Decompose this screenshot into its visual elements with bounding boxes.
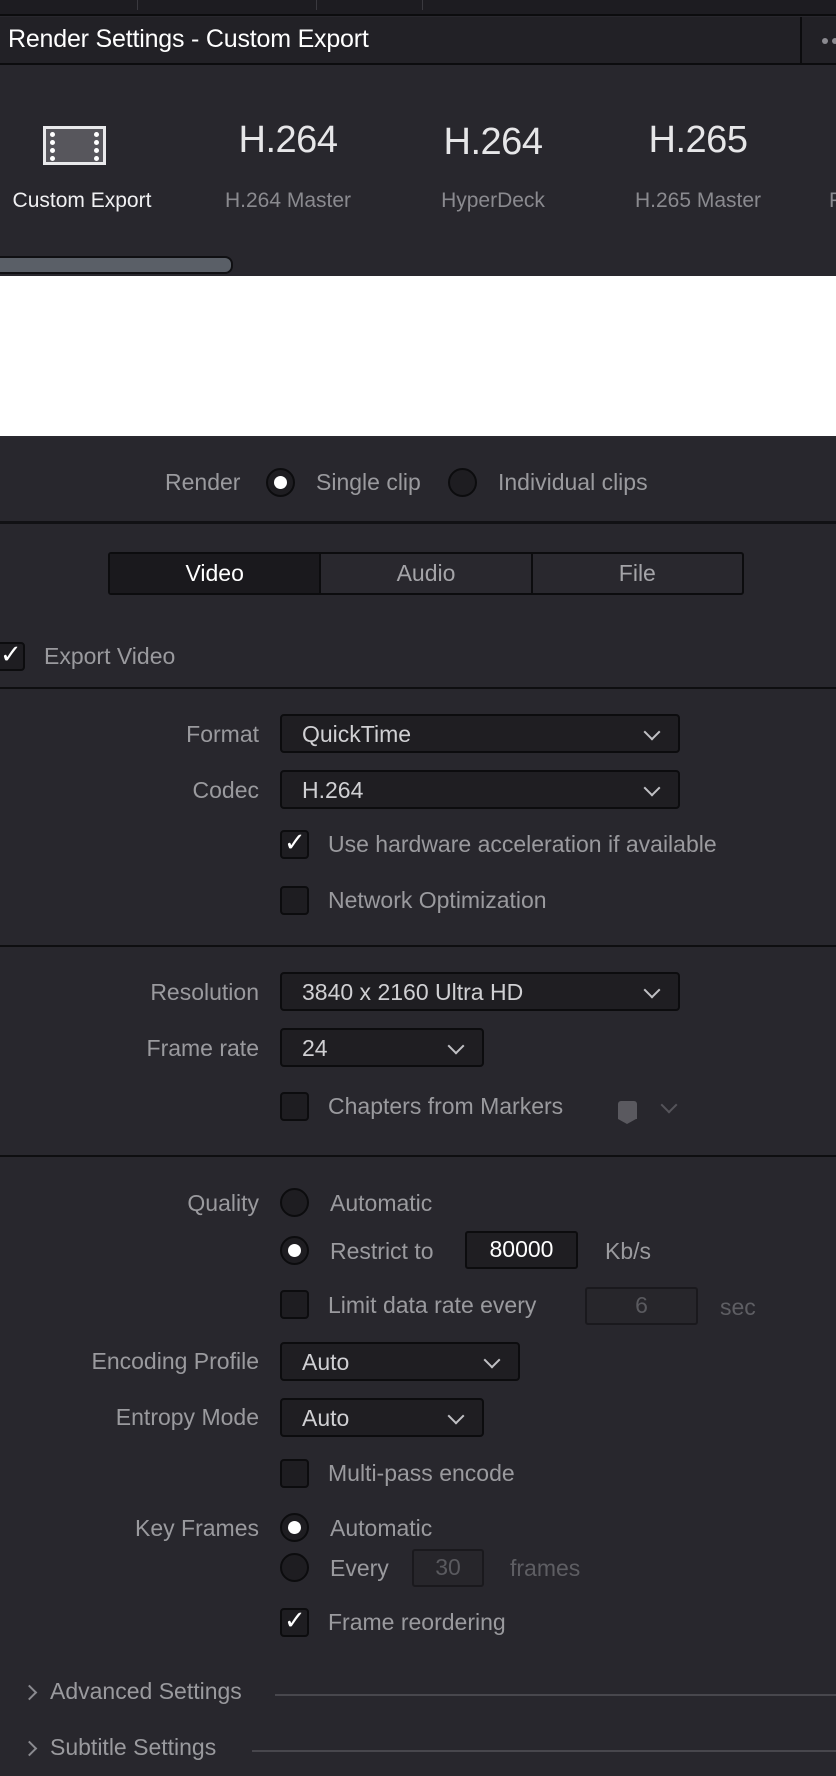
hardware-acceleration-label[interactable]: Use hardware acceleration if available (328, 831, 717, 858)
chapters-from-markers-label[interactable]: Chapters from Markers (328, 1093, 563, 1120)
limit-data-rate-label[interactable]: Limit data rate every (328, 1292, 536, 1319)
multi-pass-label[interactable]: Multi-pass encode (328, 1460, 515, 1487)
resolution-value: 3840 x 2160 Ultra HD (302, 979, 524, 1005)
panel-title: Render Settings - Custom Export (8, 25, 369, 53)
preset-label: Custom Export (12, 189, 152, 212)
single-clip-radio[interactable] (266, 468, 295, 497)
section-rule (275, 1694, 836, 1696)
export-video-label[interactable]: Export Video (44, 643, 175, 670)
more-dots-icon[interactable] (822, 38, 836, 44)
limit-data-rate-checkbox[interactable] (280, 1290, 309, 1319)
advanced-settings-label: Advanced Settings (50, 1678, 242, 1704)
preset-partial[interactable]: P (739, 67, 836, 217)
chevron-down-icon[interactable] (660, 1096, 678, 1114)
preset-label: H.264 Master (224, 189, 352, 212)
quality-automatic-radio[interactable] (280, 1188, 309, 1217)
subtitle-settings-label: Subtitle Settings (50, 1734, 217, 1760)
section-rule (252, 1750, 836, 1752)
key-frames-label: Key Frames (135, 1515, 259, 1541)
format-dropdown[interactable]: QuickTime (280, 714, 680, 753)
bitrate-unit: Kb/s (605, 1238, 652, 1264)
frame-rate-label: Frame rate (146, 1035, 259, 1061)
limit-rate-unit: sec (720, 1294, 756, 1320)
tab-audio[interactable]: Audio (321, 554, 533, 593)
bitrate-input[interactable]: 80000 (465, 1231, 578, 1269)
strip-divider (137, 0, 138, 10)
top-strip (0, 0, 836, 16)
format-value: QuickTime (302, 721, 412, 747)
marker-color-icon[interactable] (618, 1101, 637, 1124)
individual-clips-radio[interactable] (448, 468, 477, 497)
encoding-profile-value: Auto (302, 1349, 350, 1375)
section-divider (0, 687, 836, 689)
preset-custom-export[interactable]: Custom Export (0, 67, 172, 217)
render-label: Render (165, 469, 241, 495)
codec-value: H.264 (302, 777, 364, 803)
frame-rate-dropdown[interactable]: 24 (280, 1028, 484, 1067)
hardware-acceleration-checkbox[interactable] (280, 828, 309, 859)
encoding-profile-dropdown[interactable]: Auto (280, 1342, 520, 1381)
chevron-down-icon (447, 1407, 465, 1425)
chevron-down-icon (483, 1351, 501, 1369)
single-clip-label[interactable]: Single clip (316, 469, 421, 496)
preset-badge: H.264 (443, 121, 543, 163)
key-frames-every-radio[interactable] (280, 1553, 309, 1582)
network-optimization-label[interactable]: Network Optimization (328, 887, 547, 914)
subtitle-settings-section[interactable]: Subtitle Settings (0, 1730, 836, 1770)
film-strip-icon (43, 126, 106, 165)
tab-video[interactable]: Video (110, 554, 322, 593)
entropy-mode-value: Auto (302, 1405, 350, 1431)
quality-restrict-radio[interactable] (280, 1236, 309, 1265)
resolution-label: Resolution (150, 979, 259, 1005)
key-frames-automatic-radio[interactable] (280, 1513, 309, 1542)
preset-label: HyperDeck (441, 189, 545, 212)
panel-header: Render Settings - Custom Export (0, 17, 836, 65)
export-video-checkbox[interactable] (0, 640, 25, 671)
codec-label: Codec (192, 777, 259, 803)
advanced-settings-section[interactable]: Advanced Settings (0, 1674, 836, 1714)
preset-badge: H.264 (238, 119, 338, 161)
chevron-down-icon (643, 779, 661, 797)
quality-restrict-label[interactable]: Restrict to (330, 1238, 434, 1265)
resolution-dropdown[interactable]: 3840 x 2160 Ultra HD (280, 972, 680, 1011)
chevron-down-icon (447, 1037, 465, 1055)
frame-reordering-checkbox[interactable] (280, 1606, 309, 1637)
chevron-down-icon (643, 981, 661, 999)
chevron-right-icon (21, 1684, 38, 1701)
frame-rate-value: 24 (302, 1035, 328, 1061)
entropy-mode-dropdown[interactable]: Auto (280, 1398, 484, 1437)
chapters-from-markers-checkbox[interactable] (280, 1092, 309, 1121)
entropy-mode-label: Entropy Mode (115, 1404, 259, 1430)
individual-clips-label[interactable]: Individual clips (498, 469, 648, 496)
multi-pass-checkbox[interactable] (280, 1459, 309, 1488)
chevron-down-icon (643, 723, 661, 741)
quality-label: Quality (187, 1190, 259, 1216)
preset-strip: Custom Export H.264 H.264 Master H.264 H… (0, 67, 836, 276)
section-divider (0, 1155, 836, 1157)
quality-automatic-label[interactable]: Automatic (330, 1190, 432, 1217)
limit-rate-seconds-input[interactable]: 6 (585, 1287, 698, 1325)
preset-h264-master[interactable]: H.264 H.264 Master (198, 67, 378, 217)
format-label: Format (186, 721, 259, 747)
strip-divider (422, 0, 423, 10)
preset-hyperdeck[interactable]: H.264 HyperDeck (403, 67, 583, 217)
key-frames-interval-input[interactable]: 30 (412, 1549, 484, 1587)
key-frames-unit: frames (510, 1555, 581, 1581)
tab-file[interactable]: File (533, 554, 742, 593)
key-frames-every-label[interactable]: Every (330, 1555, 389, 1582)
frame-reordering-label[interactable]: Frame reordering (328, 1609, 506, 1636)
strip-divider (316, 0, 317, 10)
chevron-right-icon (21, 1740, 38, 1757)
header-divider (800, 17, 802, 65)
codec-dropdown[interactable]: H.264 (280, 770, 680, 809)
key-frames-automatic-label[interactable]: Automatic (330, 1515, 432, 1542)
preview-area (0, 276, 836, 438)
settings-tabs: Video Audio File (108, 552, 744, 595)
preset-scrollbar[interactable] (0, 256, 233, 274)
encoding-profile-label: Encoding Profile (91, 1348, 260, 1374)
preset-label: P (829, 189, 836, 213)
network-optimization-checkbox[interactable] (280, 886, 309, 915)
section-divider (0, 945, 836, 947)
